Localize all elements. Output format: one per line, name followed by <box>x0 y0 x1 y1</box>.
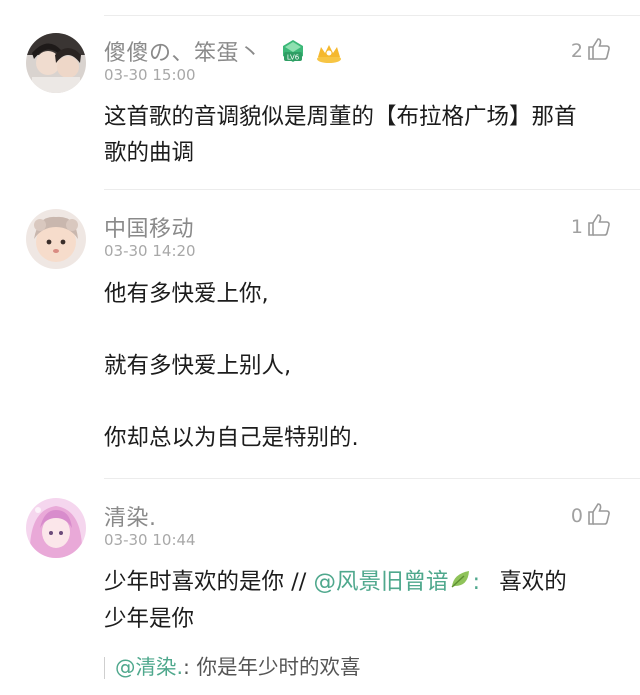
avatar[interactable] <box>26 498 86 558</box>
crown-icon <box>314 42 344 68</box>
comment-text: 他有多快爱上你, 就有多快爱上别人, 你却总以为自己是特别的. <box>104 276 610 456</box>
svg-text:LV6: LV6 <box>287 54 300 62</box>
comment-line: 你却总以为自己是特别的. <box>104 425 359 451</box>
comment-text: 少年时喜欢的是你 // @风景旧曾谙 : 喜欢的 少年是你 <box>104 564 610 637</box>
comment-line: 这首歌的音调貌似是周董的【布拉格广场】那首 <box>104 104 577 130</box>
reply-text: : 你是年少时的欢喜 <box>183 655 361 679</box>
comment-item: 傻傻の、笨蛋丶 LV6 03-30 15:00 2 这首歌的音调貌似是周董的【布… <box>0 0 640 190</box>
comment-line: 他有多快爱上你, <box>104 281 269 307</box>
thumbs-up-icon <box>586 501 612 531</box>
diamond-level-icon: LV6 <box>279 38 307 68</box>
mention-link[interactable]: @风景旧曾谙 <box>313 569 448 595</box>
username[interactable]: 傻傻の、笨蛋丶 <box>104 35 262 67</box>
comment-line: 歌的曲调 <box>104 140 195 166</box>
colon-text: : <box>472 569 481 595</box>
like-count: 0 <box>570 505 583 527</box>
like-count: 1 <box>570 216 583 238</box>
thumbs-up-icon <box>586 36 612 66</box>
reply-quote: @清染.: 你是年少时的欢喜 <box>104 650 360 680</box>
comment-line: 少年时喜欢的是你 // @风景旧曾谙 : 喜欢的 <box>104 564 610 601</box>
timestamp: 03-30 14:20 <box>104 242 196 260</box>
divider <box>104 478 640 479</box>
mention-link[interactable]: @清染. <box>115 655 183 679</box>
comment-item: 清染. 03-30 10:44 0 少年时喜欢的是你 // @风景旧曾谙 : 喜… <box>0 480 640 695</box>
thumbs-up-icon <box>586 212 612 242</box>
like-button[interactable]: 2 <box>571 36 612 66</box>
like-button[interactable]: 0 <box>571 501 612 531</box>
username[interactable]: 中国移动 <box>104 211 194 243</box>
avatar[interactable] <box>26 33 86 93</box>
timestamp: 03-30 15:00 <box>104 66 196 84</box>
like-count: 2 <box>570 40 583 62</box>
comment-text-segment: 少年时喜欢的是你 // <box>104 569 307 595</box>
username[interactable]: 清染. <box>104 500 157 532</box>
like-button[interactable]: 1 <box>571 212 612 242</box>
leaf-icon <box>449 565 473 601</box>
comment-line: 就有多快爱上别人, <box>104 353 292 379</box>
comment-text: 这首歌的音调貌似是周董的【布拉格广场】那首 歌的曲调 <box>104 99 610 171</box>
comment-list: 傻傻の、笨蛋丶 LV6 03-30 15:00 2 这首歌的音调貌似是周董的【布… <box>0 0 640 695</box>
avatar[interactable] <box>26 209 86 269</box>
timestamp: 03-30 10:44 <box>104 531 196 549</box>
comment-item: 中国移动 03-30 14:20 1 他有多快爱上你, 就有多快爱上别人, 你却… <box>0 190 640 480</box>
reply-bar <box>104 657 105 679</box>
comment-text-segment: 喜欢的 <box>499 569 567 595</box>
comment-line: 少年是你 <box>104 605 195 632</box>
